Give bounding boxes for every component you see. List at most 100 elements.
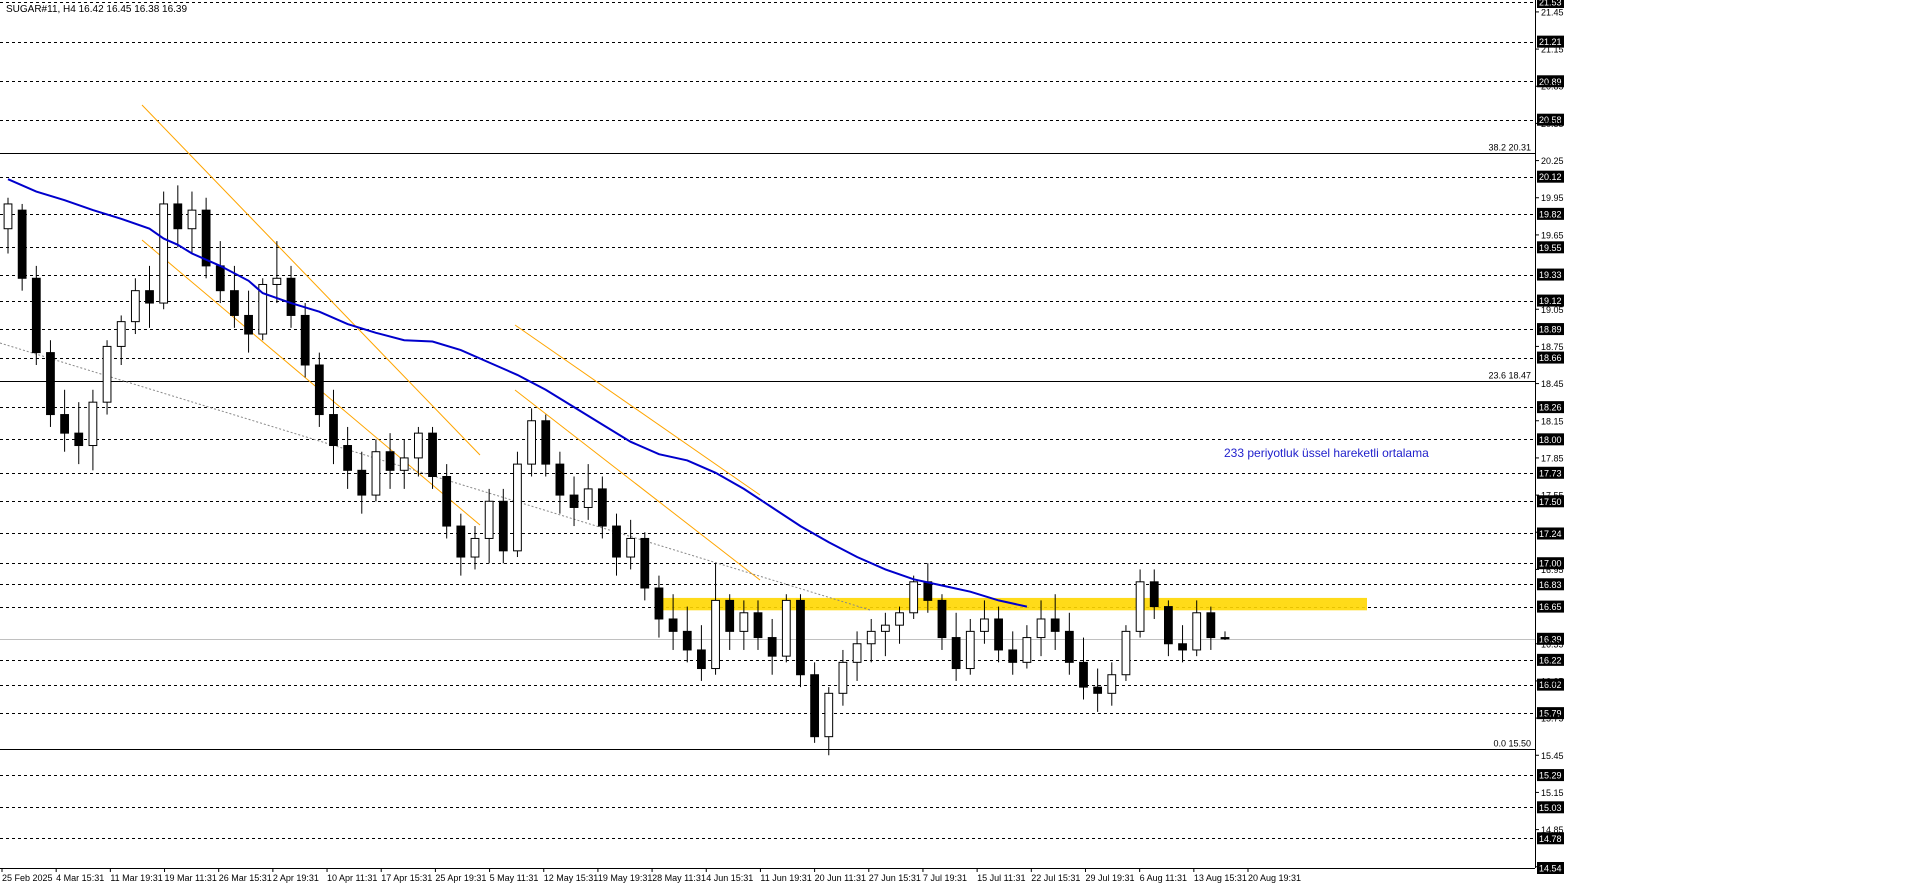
price-label: 19.55	[1539, 243, 1562, 253]
time-tick-label: 13 Aug 15:31	[1194, 873, 1247, 883]
price-label: 14.78	[1539, 834, 1562, 844]
time-tick-label: 2 Apr 19:31	[273, 873, 319, 883]
bear-candle	[541, 420, 551, 465]
price-label: 18.26	[1539, 403, 1562, 413]
price-tick-label: 16.35	[1541, 639, 1564, 649]
price-tick-label: 21.45	[1541, 7, 1564, 17]
channel-line	[141, 239, 481, 526]
symbol-ohlc-header: SUGAR#11, H4 16.42 16.45 16.38 16.39	[6, 4, 187, 15]
bear-candle	[937, 599, 947, 639]
bull-candle	[484, 500, 494, 539]
bull-candle	[965, 630, 975, 670]
bear-candle	[796, 599, 805, 676]
candles	[3, 185, 1230, 756]
time-tick-label: 19 May 19:31	[598, 873, 653, 883]
bear-candle	[385, 451, 395, 471]
bear-candle	[810, 674, 820, 738]
price-label: 19.33	[1539, 270, 1562, 280]
bull-candle	[1022, 637, 1032, 663]
bear-candle	[612, 525, 621, 558]
bear-candle	[725, 599, 735, 632]
bull-candle	[739, 612, 749, 632]
fibonacci-label: 23.6 18.47	[1488, 371, 1531, 381]
time-tick-label: 26 Mar 15:31	[219, 873, 272, 883]
bull-candle	[272, 277, 282, 285]
price-tick-label: 15.45	[1541, 751, 1564, 761]
bull-candle	[1192, 612, 1202, 651]
chart-canvas[interactable]: 38.2 20.31 23.6 18.47 0.0 15.50 21.5321.45…	[0, 0, 1916, 888]
bear-candle	[230, 290, 239, 316]
bear-candle	[923, 581, 933, 601]
bull-candle	[880, 624, 890, 632]
price-label: 14.54	[1539, 864, 1562, 874]
bear-candle	[994, 618, 1003, 651]
bear-candle	[1164, 606, 1173, 645]
bull-candle	[824, 692, 834, 738]
time-tick-label: 15 Jul 11:31	[977, 873, 1025, 883]
time-tick-label: 20 Jun 11:31	[815, 873, 866, 883]
bear-candle	[682, 630, 692, 651]
bull-candle	[159, 203, 169, 304]
bull-candle	[116, 321, 126, 347]
bull-candle	[130, 290, 140, 323]
time-tick-label: 29 Jul 19:31	[1085, 873, 1134, 883]
bull-candle	[399, 457, 409, 471]
bear-candle	[697, 649, 706, 670]
bear-candle	[173, 203, 183, 230]
price-chart[interactable]: 38.2 20.31 23.6 18.47 0.0 15.50 21.53 21.45…	[0, 0, 1916, 888]
ema-annotation: 233 periyotluk üssel hareketli ortalama	[1224, 446, 1429, 460]
bear-candle	[498, 500, 508, 552]
bear-candle	[951, 637, 961, 670]
price-label: 18.89	[1539, 325, 1562, 335]
time-tick-label: 4 Mar 15:31	[56, 873, 104, 883]
time-tick-label: 28 May 11:31	[652, 873, 706, 883]
bear-candle	[767, 637, 777, 657]
bear-candle	[1149, 581, 1159, 608]
price-axis: 21.5321.4521.2121.1520.8920.8520.5820.55…	[1535, 0, 1564, 874]
bull-candle	[1135, 581, 1145, 632]
bear-candle	[640, 537, 650, 589]
price-tick-label: 18.45	[1541, 379, 1564, 389]
bear-candle	[46, 352, 55, 416]
price-label: 17.73	[1539, 468, 1562, 478]
time-tick-label: 22 Jul 15:31	[1031, 873, 1080, 883]
bull-candle	[470, 537, 480, 558]
price-tick-label: 16.95	[1541, 565, 1564, 575]
bear-candle	[555, 463, 565, 496]
time-tick-label: 4 Jun 15:31	[706, 873, 753, 883]
price-tick-label: 15.75	[1541, 714, 1564, 724]
price-tick-label: 21.15	[1541, 45, 1564, 55]
price-label: 15.03	[1539, 803, 1562, 813]
bear-candle	[357, 469, 367, 496]
bear-candle	[569, 494, 579, 508]
channel-line	[514, 324, 761, 496]
price-label: 21.53	[1539, 0, 1562, 8]
bear-candle	[1206, 612, 1216, 639]
price-label: 17.24	[1539, 529, 1562, 539]
bull-candle	[626, 537, 636, 558]
price-label: 16.22	[1539, 655, 1562, 665]
bear-candle	[215, 265, 225, 292]
bull-candle	[413, 432, 423, 459]
bull-candle	[88, 401, 98, 447]
bull-candle	[852, 643, 862, 663]
bear-candle	[597, 488, 607, 527]
bull-candle	[187, 209, 197, 230]
bull-candle	[838, 661, 848, 694]
bear-candle	[74, 432, 84, 447]
price-tick-label: 20.25	[1541, 156, 1564, 166]
horizontal-levels	[0, 2, 1535, 869]
bear-candle	[343, 445, 353, 471]
time-tick-label: 27 Jun 15:31	[869, 873, 921, 883]
price-tick-label: 20.55	[1541, 119, 1564, 129]
time-tick-label: 25 Feb 2025	[2, 873, 53, 883]
time-tick-label: 7 Jul 19:31	[923, 873, 967, 883]
bear-candle	[329, 414, 338, 447]
bear-candle	[1050, 618, 1060, 632]
bull-candle	[1107, 674, 1117, 694]
bull-candle	[1121, 630, 1131, 676]
time-tick-label: 10 Apr 11:31	[327, 873, 377, 883]
time-tick-label: 25 Apr 19:31	[435, 873, 486, 883]
bear-candle	[286, 277, 296, 316]
bull-candle	[909, 581, 919, 614]
